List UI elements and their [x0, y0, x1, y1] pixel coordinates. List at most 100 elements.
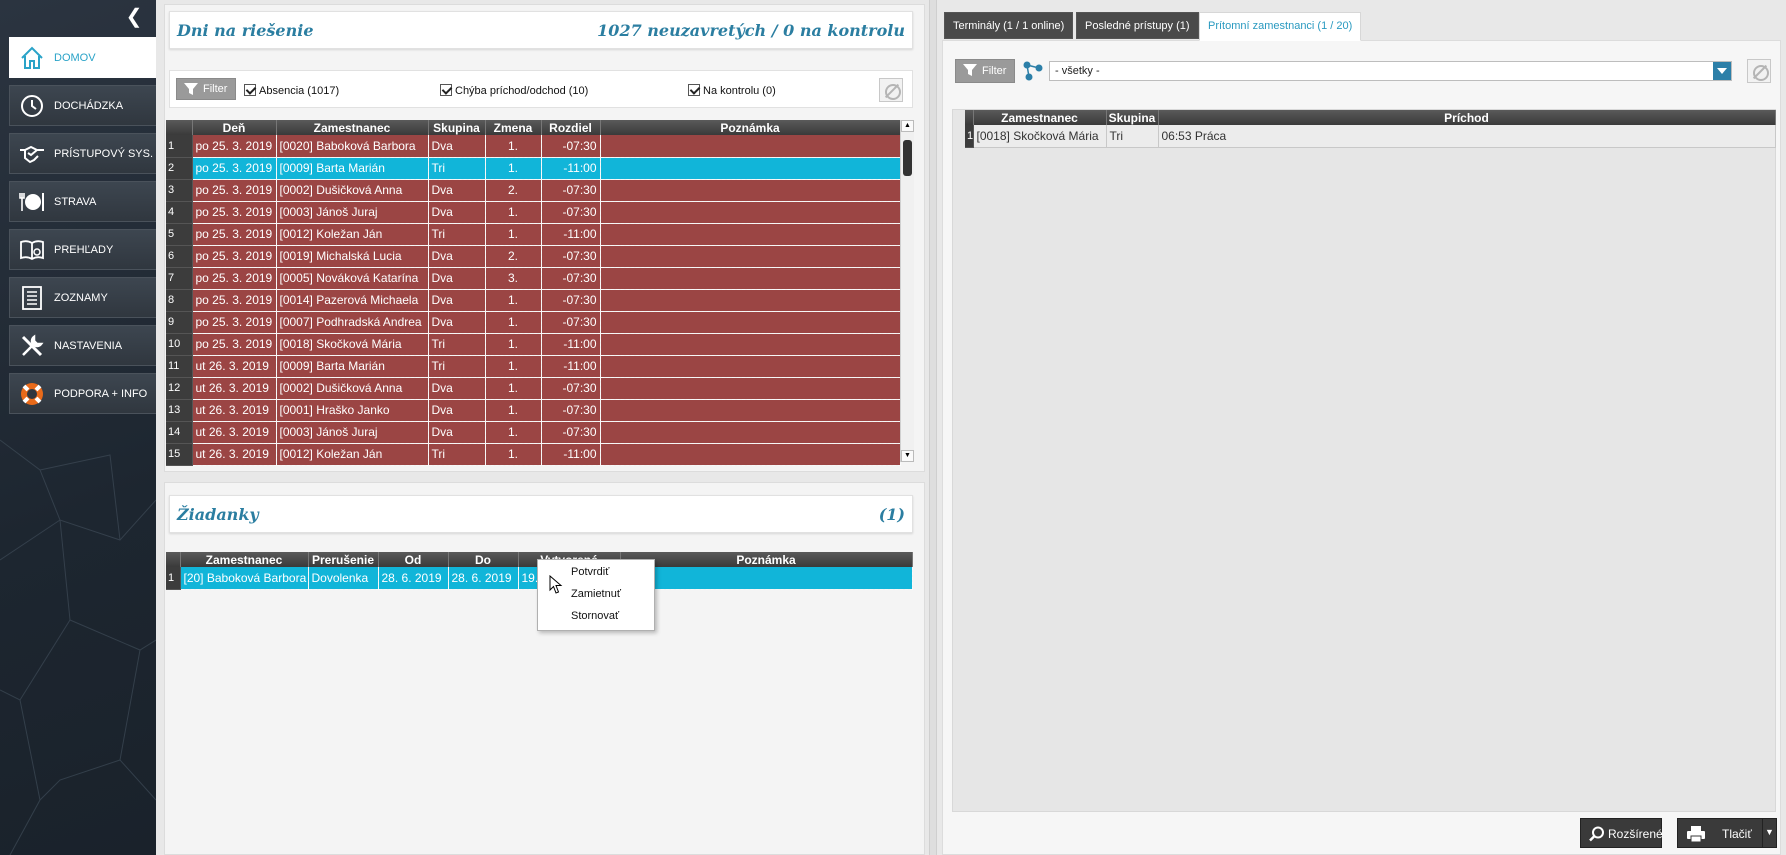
checkbox-box[interactable] — [440, 84, 452, 96]
checkbox-chyba-prichod[interactable]: Chýba príchod/odchod (10) — [440, 84, 588, 97]
scroll-up-arrow[interactable]: ▲ — [901, 120, 914, 132]
menu-item-zamietnut[interactable]: Zamietnuť — [571, 588, 621, 600]
page-title: Dni na riešenie — [177, 21, 314, 40]
tab-pritomni-zamestnanci[interactable]: Prítomní zamestnanci (1 / 20) — [1199, 12, 1362, 41]
nav-item-prehlady[interactable]: PREHĽADY — [9, 229, 156, 270]
column-header[interactable]: Zamestnanec — [973, 110, 1107, 125]
table-row[interactable]: 3 po 25. 3. 2019 [0002] Dušičková Anna Dva 2… — [166, 179, 901, 202]
nav-item-zoznamy[interactable]: ZOZNAMY — [9, 277, 156, 318]
cell-note — [620, 567, 913, 590]
cell-shift: 1. — [485, 399, 542, 422]
menu-item-potvrdit[interactable]: Potvrdiť — [571, 566, 609, 578]
cell-note — [600, 179, 901, 202]
table-row[interactable]: 1 po 25. 3. 2019 [0020] Baboková Barbora Dv… — [166, 135, 901, 158]
column-header[interactable]: Skupina — [1106, 110, 1159, 125]
issues-title-bar: Dni na riešenie 1027 neuzavretých / 0 na… — [169, 11, 913, 49]
nav-item-pristupovy-sys[interactable]: PRÍSTUPOVÝ SYS. — [9, 133, 156, 174]
table-row[interactable]: 8 po 25. 3. 2019 [0014] Pazerová Michaela D… — [166, 289, 901, 312]
clear-filter-button[interactable] — [879, 78, 903, 102]
group-select[interactable]: - všetky - — [1049, 61, 1732, 81]
column-header[interactable]: Od — [378, 552, 449, 567]
nav-item-label: PRÍSTUPOVÝ SYS. — [54, 148, 154, 160]
cell-employee: [0009] Barta Marián — [276, 355, 429, 378]
table-header-row: Zamestnanec Skupina Príchod — [965, 110, 1776, 125]
table-row[interactable]: 11 ut 26. 3. 2019 [0009] Barta Marián Tri 1.… — [166, 355, 901, 378]
cell-note — [600, 289, 901, 312]
column-header[interactable]: Skupina — [428, 120, 486, 135]
checkbox-absencia[interactable]: Absencia (1017) — [244, 84, 339, 97]
checkbox-box[interactable] — [688, 84, 700, 96]
column-header-rownum — [166, 552, 181, 567]
row-number: 1 — [166, 135, 193, 158]
hierarchy-icon[interactable] — [1022, 60, 1044, 82]
search-icon — [1589, 826, 1604, 842]
column-header[interactable]: Zmena — [485, 120, 542, 135]
table-row[interactable]: 12 ut 26. 3. 2019 [0002] Dušičková Anna Dva… — [166, 377, 901, 400]
column-header[interactable]: Poznámka — [620, 552, 913, 567]
cell-difference: -07:30 — [541, 179, 601, 202]
column-header[interactable]: Rozdiel — [541, 120, 601, 135]
group-select-value: - všetky - — [1055, 65, 1100, 77]
table-row[interactable]: 5 po 25. 3. 2019 [0012] Koležan Ján Tri 1. -1… — [166, 223, 901, 246]
cell-day: po 25. 3. 2019 — [192, 267, 277, 290]
advanced-button[interactable]: Rozšírené — [1580, 818, 1663, 848]
column-header[interactable]: Zamestnanec — [180, 552, 309, 567]
sidebar-collapse-button[interactable]: ❮ — [124, 7, 144, 28]
nav-item-podpora-info[interactable]: PODPORA + INFO — [9, 373, 156, 414]
cell-note — [600, 355, 901, 378]
table-row[interactable]: 4 po 25. 3. 2019 [0003] Jánoš Juraj Dva 1. -0… — [166, 201, 901, 224]
cell-shift: 3. — [485, 267, 542, 290]
cell-day: ut 26. 3. 2019 — [192, 377, 277, 400]
menu-item-stornovat[interactable]: Stornovať — [571, 610, 619, 622]
plate-icon — [19, 193, 44, 211]
right-filter-button[interactable]: Filter — [955, 59, 1016, 83]
nav-item-nastavenia[interactable]: NASTAVENIA — [9, 325, 156, 366]
tab-posledne-pristupy[interactable]: Posledné prístupy (1) — [1076, 12, 1199, 39]
column-header[interactable]: Do — [448, 552, 519, 567]
cell-day: po 25. 3. 2019 — [192, 245, 277, 268]
column-header[interactable]: Prerušenie — [308, 552, 379, 567]
row-number: 9 — [166, 311, 193, 334]
table-row[interactable]: 10 po 25. 3. 2019 [0018] Skočková Mária Tri… — [166, 333, 901, 356]
cell-day: ut 26. 3. 2019 — [192, 443, 277, 466]
cell-note — [600, 377, 901, 400]
cell-group: Tri — [1106, 125, 1159, 148]
scroll-thumb[interactable] — [903, 140, 912, 176]
panel-splitter[interactable] — [929, 0, 937, 855]
table-row[interactable]: 14 ut 26. 3. 2019 [0003] Jánoš Juraj Dva 1. -… — [166, 421, 901, 444]
nav-item-domov[interactable]: DOMOV — [9, 37, 156, 78]
requests-title: Žiadanky — [177, 505, 259, 524]
cell-employee: [0003] Jánoš Juraj — [276, 421, 429, 444]
print-button[interactable]: Tlačiť ▼ — [1677, 818, 1777, 848]
nav-item-strava[interactable]: STRAVA — [9, 181, 156, 222]
issues-scrollbar[interactable]: ▲ ▼ — [900, 120, 914, 462]
tab-terminaly[interactable]: Terminály (1 / 1 online) — [944, 12, 1074, 39]
column-header[interactable]: Zamestnanec — [276, 120, 429, 135]
right-clear-filter-button[interactable] — [1747, 59, 1771, 83]
row-number: 7 — [166, 267, 193, 290]
chevron-down-icon[interactable]: ▼ — [1762, 819, 1776, 847]
table-row[interactable]: 7 po 25. 3. 2019 [0005] Nováková Katarína D… — [166, 267, 901, 290]
list-icon — [22, 286, 42, 310]
column-header[interactable]: Príchod — [1158, 110, 1776, 125]
cell-employee: [0002] Dušičková Anna — [276, 179, 429, 202]
table-row[interactable]: 2 po 25. 3. 2019 [0009] Barta Marián Tri 1. -… — [166, 157, 901, 180]
cell-group: Dva — [428, 245, 486, 268]
table-row[interactable]: 13 ut 26. 3. 2019 [0001] Hraško Janko Dva 1.… — [166, 399, 901, 422]
column-header[interactable]: Poznámka — [600, 120, 901, 135]
issues-filter-button[interactable]: Filter — [176, 78, 237, 100]
cell-group: Dva — [428, 289, 486, 312]
checkbox-na-kontrolu[interactable]: Na kontrolu (0) — [688, 84, 776, 97]
table-row[interactable]: 9 po 25. 3. 2019 [0007] Podhradská Andrea D… — [166, 311, 901, 334]
table-row[interactable]: 1 [0018] Skočková Mária Tri 06:53 Práca — [965, 125, 1776, 148]
cell-arrival: 06:53 Práca — [1158, 125, 1776, 148]
table-row[interactable]: 15 ut 26. 3. 2019 [0012] Koležan Ján Tri 1. -… — [166, 443, 901, 466]
cell-employee: [0003] Jánoš Juraj — [276, 201, 429, 224]
nav-item-dochadzka[interactable]: DOCHÁDZKA — [9, 85, 156, 126]
checkbox-box[interactable] — [244, 84, 256, 96]
scroll-down-arrow[interactable]: ▼ — [901, 450, 914, 462]
cell-difference: -11:00 — [541, 157, 601, 180]
table-row[interactable]: 6 po 25. 3. 2019 [0019] Michalská Lucia Dva… — [166, 245, 901, 268]
group-select-dropdown-button[interactable] — [1713, 62, 1731, 80]
column-header[interactable]: Deň — [192, 120, 277, 135]
